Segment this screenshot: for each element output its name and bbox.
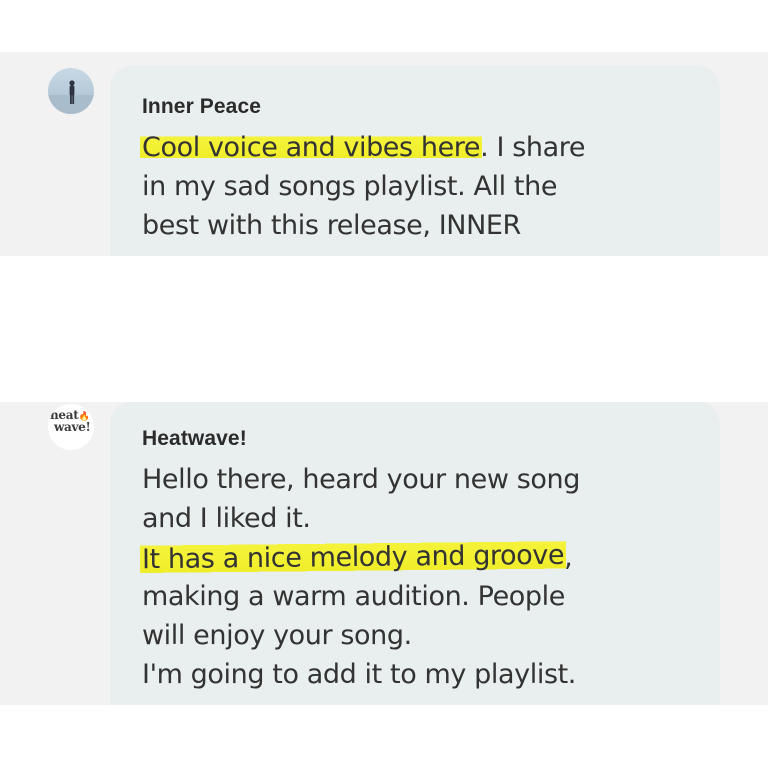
comment-line: I'm going to add it to my playlist. — [142, 659, 576, 690]
comment-line: in my sad songs playlist. All the — [142, 171, 558, 202]
comment-author[interactable]: Heatwave! — [142, 427, 247, 451]
highlighted-text: It has a nice melody and groove — [139, 535, 567, 580]
logo-text: wave! — [54, 420, 91, 434]
comment-author[interactable]: Inner Peace — [142, 95, 261, 119]
comment-text: Cool voice and vibes here. I share in my… — [140, 128, 702, 245]
comment-line: best with this release, INNER — [142, 210, 521, 241]
line-text: . I share — [480, 132, 586, 163]
comment-text: Hello there, heard your new song and I l… — [139, 460, 702, 694]
comment-line: making a warm audition. People — [142, 581, 565, 612]
comment-line: Cool voice and vibes here. I share — [140, 128, 702, 167]
comment-card-heatwave: heat🔥 wave! Heatwave! Hello there, heard… — [0, 402, 768, 705]
avatar[interactable]: heat🔥 wave! — [48, 404, 94, 450]
comment-line: and I liked it. — [142, 503, 311, 534]
comment-bubble: Heatwave! Hello there, heard your new so… — [110, 402, 720, 705]
heatwave-logo: heat🔥 wave! — [50, 409, 92, 434]
highlighted-text: Cool voice and vibes here — [140, 132, 483, 163]
comment-bubble: Inner Peace Cool voice and vibes here. I… — [110, 66, 720, 256]
comment-line: will enjoy your song. — [142, 620, 412, 651]
comment-line: Hello there, heard your new song — [142, 464, 580, 495]
person-standing-on-shore-icon — [48, 68, 94, 114]
comment-card-inner-peace: Inner Peace Cool voice and vibes here. I… — [0, 52, 768, 256]
avatar[interactable] — [48, 68, 94, 114]
comment-line: It has a nice melody and groove, — [139, 535, 702, 580]
